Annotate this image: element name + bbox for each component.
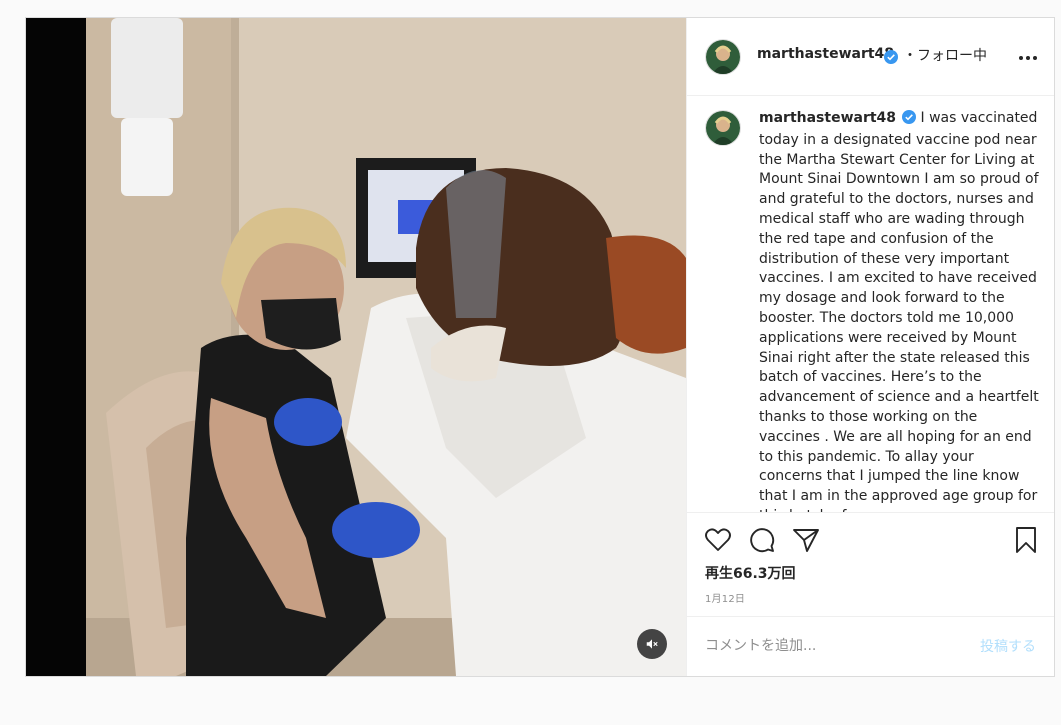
caption-avatar[interactable] bbox=[705, 110, 741, 146]
mute-toggle-button[interactable] bbox=[637, 629, 667, 659]
post-video[interactable] bbox=[26, 18, 686, 676]
avatar-image bbox=[706, 111, 740, 145]
post-card: marthastewart48 ・フォロー中 marthastewart48 I… bbox=[25, 17, 1055, 677]
avatar[interactable] bbox=[705, 39, 741, 75]
comment-button[interactable] bbox=[747, 525, 777, 555]
verified-badge-icon bbox=[884, 49, 898, 68]
post-comment-button[interactable]: 投稿する bbox=[980, 636, 1036, 656]
verified-badge-icon bbox=[902, 110, 917, 131]
author-username[interactable]: marthastewart48 bbox=[757, 46, 894, 62]
action-bar: 再生66.3万回 1月12日 bbox=[687, 512, 1054, 616]
save-button[interactable] bbox=[1011, 525, 1041, 555]
bookmark-icon bbox=[1016, 527, 1036, 553]
paper-plane-icon bbox=[793, 529, 819, 552]
comment-input[interactable] bbox=[705, 635, 955, 657]
like-button[interactable] bbox=[703, 525, 733, 555]
post-sidebar: marthastewart48 ・フォロー中 marthastewart48 I… bbox=[686, 18, 1054, 676]
follow-status-button[interactable]: ・フォロー中 bbox=[903, 45, 987, 65]
post-date[interactable]: 1月12日 bbox=[705, 590, 745, 605]
more-options-button[interactable] bbox=[1016, 48, 1040, 68]
share-button[interactable] bbox=[791, 525, 821, 555]
caption-text: marthastewart48 I was vaccinated today i… bbox=[759, 109, 1039, 512]
speaker-muted-icon bbox=[646, 639, 658, 649]
caption-section: marthastewart48 I was vaccinated today i… bbox=[687, 96, 1054, 512]
caption-body: I was vaccinated today in a designated v… bbox=[759, 110, 1039, 512]
avatar-image bbox=[706, 40, 740, 74]
more-horizontal-icon bbox=[1019, 56, 1037, 60]
comment-bubble-icon bbox=[750, 528, 775, 553]
video-frame bbox=[26, 18, 686, 676]
caption-username[interactable]: marthastewart48 bbox=[759, 110, 896, 126]
comment-bar: 投稿する bbox=[687, 616, 1054, 676]
view-count[interactable]: 再生66.3万回 bbox=[705, 563, 796, 583]
post-header: marthastewart48 ・フォロー中 bbox=[687, 18, 1054, 96]
heart-icon bbox=[705, 528, 731, 551]
